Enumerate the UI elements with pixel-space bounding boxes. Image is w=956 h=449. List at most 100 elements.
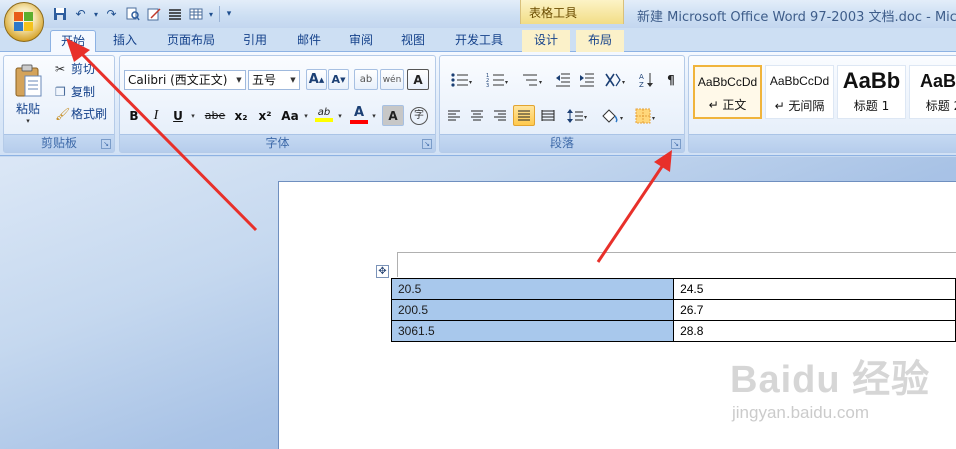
- sort-button[interactable]: AZ: [636, 69, 658, 90]
- align-icon[interactable]: [165, 5, 184, 24]
- undo-dropdown-icon[interactable]: ▾: [92, 5, 100, 24]
- customize-qat-icon[interactable]: ▾: [224, 5, 234, 24]
- style-normal-sample: AaBbCcDd: [697, 75, 758, 89]
- font-size-value: 五号: [252, 73, 277, 87]
- table-move-handle-icon[interactable]: ✥: [376, 265, 389, 278]
- style-heading-2[interactable]: AaBb 标题 2: [909, 65, 956, 119]
- table-cell[interactable]: 20.5: [390, 278, 675, 300]
- font-size-combo[interactable]: 五号 ▼: [248, 70, 300, 90]
- tab-page-layout[interactable]: 页面布局: [158, 30, 224, 52]
- numbering-button[interactable]: 1 2 3 ▾: [480, 69, 514, 90]
- office-button[interactable]: [4, 2, 44, 42]
- table-row[interactable]: 20.5 24.5: [390, 278, 956, 300]
- font-color-dropdown-icon[interactable]: ▾: [369, 105, 379, 126]
- character-border-button[interactable]: A: [407, 69, 429, 90]
- cut-button[interactable]: ✂ 剪切: [54, 58, 112, 79]
- style-no-spacing[interactable]: AaBbCcDd ↵ 无间隔: [765, 65, 834, 119]
- align-right-button[interactable]: [490, 105, 510, 126]
- save-icon[interactable]: [50, 5, 69, 24]
- table-cell[interactable]: 3061.5: [390, 320, 675, 342]
- grow-font-button[interactable]: A ▲: [306, 69, 327, 90]
- line-spacing-icon: ▾: [567, 108, 587, 123]
- shading-button[interactable]: ▾: [597, 105, 629, 126]
- tab-table-design[interactable]: 设计: [522, 30, 570, 52]
- phonetic-guide-icon: wén: [382, 74, 402, 85]
- table-dropdown-icon[interactable]: ▾: [207, 5, 215, 24]
- strikethrough-button[interactable]: abe: [202, 105, 228, 126]
- tab-references[interactable]: 引用: [234, 30, 276, 52]
- format-painter-button[interactable]: 🖌 格式刷: [54, 103, 112, 124]
- align-center-button[interactable]: [467, 105, 487, 126]
- tab-developer[interactable]: 开发工具: [446, 30, 512, 52]
- ribbon-tabs: 开始 插入 页面布局 引用 邮件 审阅 视图 开发工具 设计 布局: [0, 28, 956, 53]
- bullets-button[interactable]: ▾: [444, 69, 478, 90]
- table-row[interactable]: 3061.5 28.8: [390, 320, 956, 342]
- clipboard-group: 粘贴 ▾ ✂ 剪切 ❐ 复制 🖌 格式刷 剪贴板 ↘: [3, 55, 115, 153]
- table-icon[interactable]: [186, 5, 205, 24]
- multilevel-list-button[interactable]: ▾: [516, 69, 548, 90]
- tab-mailings[interactable]: 邮件: [288, 30, 330, 52]
- tab-view[interactable]: 视图: [392, 30, 434, 52]
- bullets-icon: ▾: [451, 72, 472, 87]
- spelling-icon[interactable]: [144, 5, 163, 24]
- clipboard-launcher-icon[interactable]: ↘: [101, 139, 111, 149]
- style-heading-1[interactable]: AaBb 标题 1: [837, 65, 906, 119]
- font-name-combo[interactable]: Calibri (西文正文) ▼: [124, 70, 246, 90]
- style-heading-2-label: 标题 2: [925, 99, 956, 113]
- font-size-dropdown-icon[interactable]: ▼: [287, 71, 299, 89]
- distributed-button[interactable]: [538, 105, 558, 126]
- font-color-button[interactable]: A: [348, 102, 370, 126]
- subscript-button[interactable]: x₂: [230, 105, 252, 126]
- style-normal[interactable]: AaBbCcDd ↵ 正文: [693, 65, 762, 119]
- office-logo-icon: [14, 12, 34, 32]
- bold-button[interactable]: B: [124, 105, 144, 126]
- italic-button[interactable]: I: [146, 105, 166, 126]
- table-cell[interactable]: 26.7: [673, 299, 956, 321]
- font-launcher-icon[interactable]: ↘: [422, 139, 432, 149]
- table-cell[interactable]: 24.5: [673, 278, 956, 300]
- print-preview-icon[interactable]: [123, 5, 142, 24]
- document-table[interactable]: 20.5 24.5 200.5 26.7 3061.5 28.8: [390, 278, 956, 342]
- character-shading-button[interactable]: A: [382, 105, 404, 126]
- clear-formatting-button[interactable]: ab: [354, 69, 378, 90]
- svg-text:▾: ▾: [622, 79, 625, 86]
- redo-icon[interactable]: ↷: [102, 5, 121, 24]
- change-case-dropdown-icon[interactable]: ▾: [301, 105, 311, 126]
- svg-text:▾: ▾: [469, 79, 472, 86]
- undo-icon[interactable]: ↶: [71, 5, 90, 24]
- phonetic-guide-button[interactable]: wén: [380, 69, 404, 90]
- underline-button[interactable]: U: [168, 105, 188, 126]
- table-cell[interactable]: 200.5: [390, 299, 675, 321]
- numbering-icon: 123 ▾: [486, 73, 508, 88]
- superscript-button[interactable]: x²: [254, 105, 276, 126]
- justify-button[interactable]: [513, 105, 535, 126]
- font-color-bar: [350, 119, 368, 124]
- highlight-dropdown-icon[interactable]: ▾: [335, 105, 345, 126]
- enclose-characters-button[interactable]: 字: [408, 105, 430, 126]
- borders-button[interactable]: ▾: [632, 105, 662, 126]
- line-spacing-button[interactable]: ▾: [564, 105, 592, 126]
- tab-table-layout[interactable]: 布局: [576, 30, 624, 52]
- paragraph-launcher-icon[interactable]: ↘: [671, 139, 681, 149]
- style-heading-2-sample: AaBb: [919, 71, 956, 91]
- italic-icon: I: [153, 107, 159, 123]
- chinese-layout-button[interactable]: ▾: [602, 69, 632, 90]
- align-left-button[interactable]: [444, 105, 464, 126]
- tab-review[interactable]: 审阅: [340, 30, 382, 52]
- increase-indent-button[interactable]: [576, 69, 598, 90]
- svg-text:▾: ▾: [584, 114, 587, 121]
- tab-insert[interactable]: 插入: [104, 30, 146, 52]
- decrease-indent-button[interactable]: [552, 69, 574, 90]
- shrink-font-button[interactable]: A ▼: [328, 69, 349, 90]
- copy-button[interactable]: ❐ 复制: [54, 81, 112, 102]
- paste-button[interactable]: 粘贴 ▾: [8, 58, 48, 130]
- table-row[interactable]: 200.5 26.7: [390, 299, 956, 321]
- highlight-button[interactable]: ab: [312, 102, 336, 126]
- tab-home[interactable]: 开始: [50, 30, 96, 53]
- change-case-button[interactable]: Aa: [278, 105, 302, 126]
- enclose-characters-icon: 字: [410, 106, 428, 125]
- show-formatting-marks-button[interactable]: ¶: [660, 69, 682, 90]
- font-name-dropdown-icon[interactable]: ▼: [233, 71, 245, 89]
- underline-dropdown-icon[interactable]: ▾: [188, 105, 198, 126]
- table-cell[interactable]: 28.8: [673, 320, 956, 342]
